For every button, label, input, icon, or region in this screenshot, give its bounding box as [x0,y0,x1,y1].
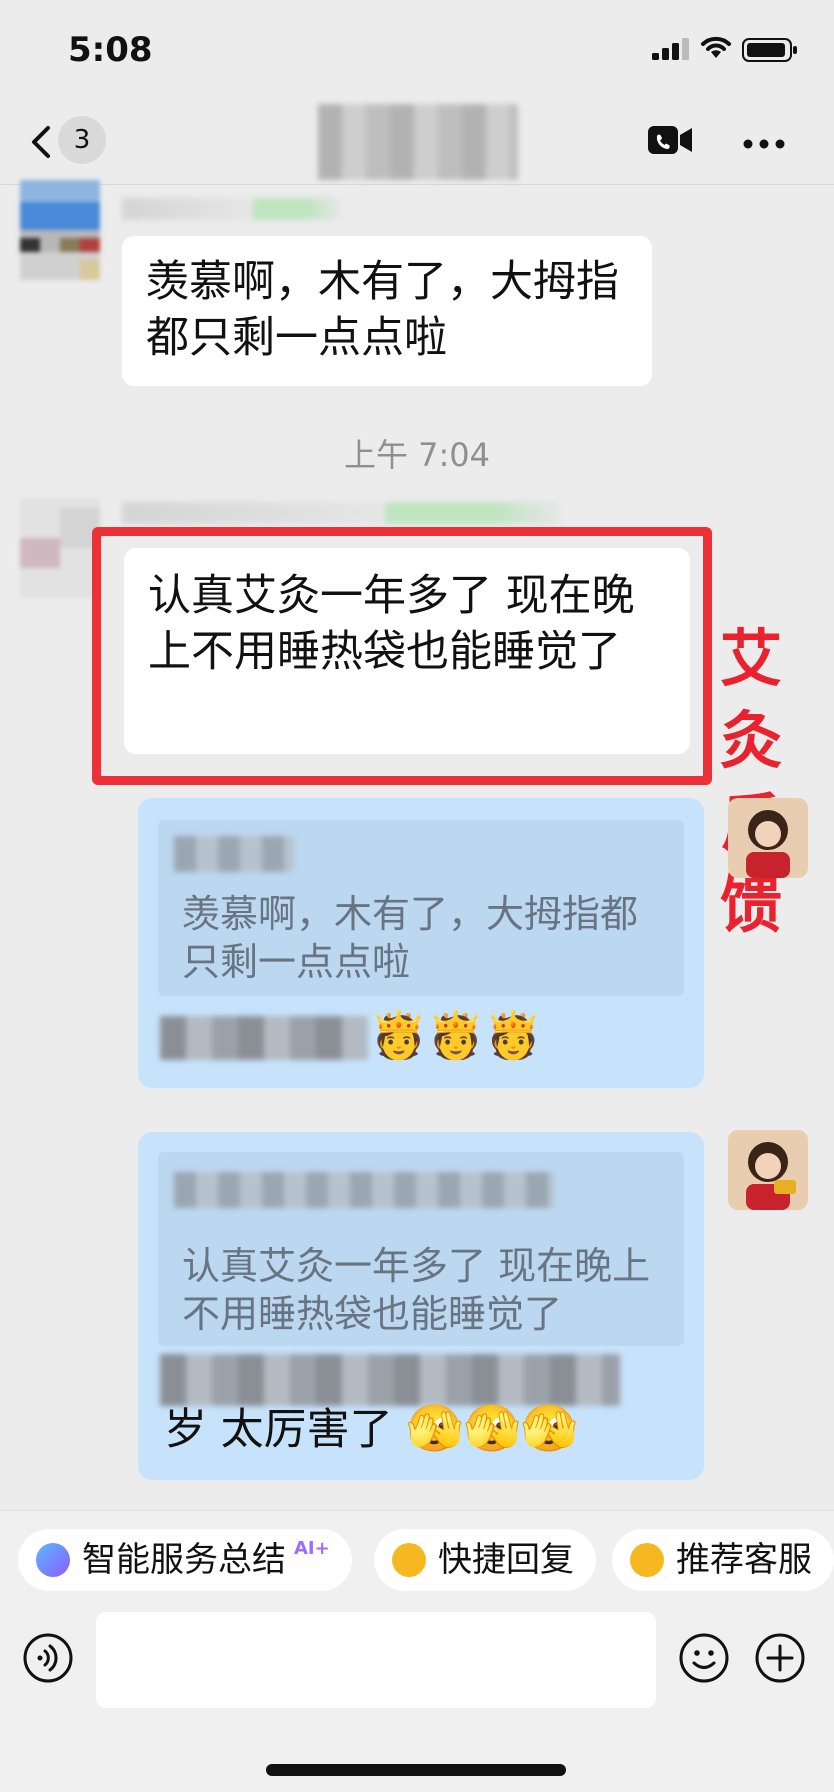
quoted-text: 羡慕啊，木有了，大拇指都只剩一点点啦 [182,892,639,984]
quoted-message[interactable]: 羡慕啊，木有了，大拇指都只剩一点点啦 [158,820,684,996]
my-avatar[interactable] [728,1130,808,1210]
message-input[interactable] [96,1612,656,1708]
signal-icon [652,38,689,60]
status-bar: 5:08 [0,0,834,100]
unread-count-badge[interactable]: 3 [58,116,106,164]
chip-label: 智能服务总结 [82,1540,286,1580]
quick-reply-chip[interactable]: 快捷回复 [374,1529,596,1591]
more-dots-icon[interactable] [742,138,786,150]
reply-emojis: 🫅🫅🫅 [370,1012,542,1058]
mention-blurred [160,1354,620,1406]
ai-tag: AI+ [294,1538,330,1559]
quoted-sender-blurred [174,1172,554,1208]
battery-icon [742,38,797,62]
service-icon [630,1543,664,1577]
reply-bubble[interactable]: 认真艾灸一年多了 现在晚上不用睡热袋也能睡觉了 岁 太厉害了 🫣🫣🫣 [138,1132,704,1480]
annotation-char: 灸 [719,704,782,777]
voice-icon[interactable] [22,1632,74,1684]
message-text: 羡慕啊，木有了，大拇指都只剩一点点啦 [146,257,619,363]
quoted-sender-blurred [174,836,294,872]
quick-actions-bar: 智能服务总结 AI+ 快捷回复 推荐客服 [0,1510,834,1611]
emoji-icon-row: 🫣🫣🫣 [406,1401,579,1455]
time-separator: 上午 7:04 [343,436,491,474]
sender-avatar[interactable] [20,180,100,280]
recommend-service-chip[interactable]: 推荐客服 [612,1529,834,1591]
quoted-message[interactable]: 认真艾灸一年多了 现在晚上不用睡热袋也能睡觉了 [158,1152,684,1346]
input-bar [0,1610,834,1792]
emoji-icon-row: 🫅🫅🫅 [370,1008,542,1062]
message-bubble[interactable]: 羡慕啊，木有了，大拇指都只剩一点点啦 [122,236,652,386]
quick-reply-icon [392,1543,426,1577]
chat-title-blurred [318,104,518,180]
wifi-icon [701,36,731,58]
sender-name-blurred [122,198,340,220]
chip-label: 推荐客服 [676,1540,812,1580]
reply-text: 岁 太厉害了 🫣🫣🫣 [164,1402,578,1458]
smart-summary-chip[interactable]: 智能服务总结 AI+ [18,1529,352,1591]
sender-avatar[interactable] [20,498,100,598]
status-time: 5:08 [68,30,153,70]
chat-header: 3 [0,100,834,185]
highlight-frame [92,527,712,785]
video-call-icon[interactable] [646,122,696,158]
mention-blurred [160,1016,368,1060]
quoted-text: 认真艾灸一年多了 现在晚上不用睡热袋也能睡觉了 [182,1244,651,1336]
annotation-label: 艾 灸 反 馈 [716,618,786,946]
annotation-char: 艾 [719,622,782,695]
reply-bubble[interactable]: 羡慕啊，木有了，大拇指都只剩一点点啦 🫅🫅🫅 [138,798,704,1088]
sparkle-icon [36,1543,70,1577]
reply-text-label: 岁 太厉害了 [164,1405,393,1455]
plus-icon[interactable] [754,1632,806,1684]
sender-name-blurred [122,502,560,524]
chip-label: 快捷回复 [438,1540,574,1580]
my-avatar[interactable] [728,798,808,878]
emoji-icon[interactable] [678,1632,730,1684]
back-chevron-icon[interactable] [22,122,62,162]
home-indicator [266,1764,566,1776]
